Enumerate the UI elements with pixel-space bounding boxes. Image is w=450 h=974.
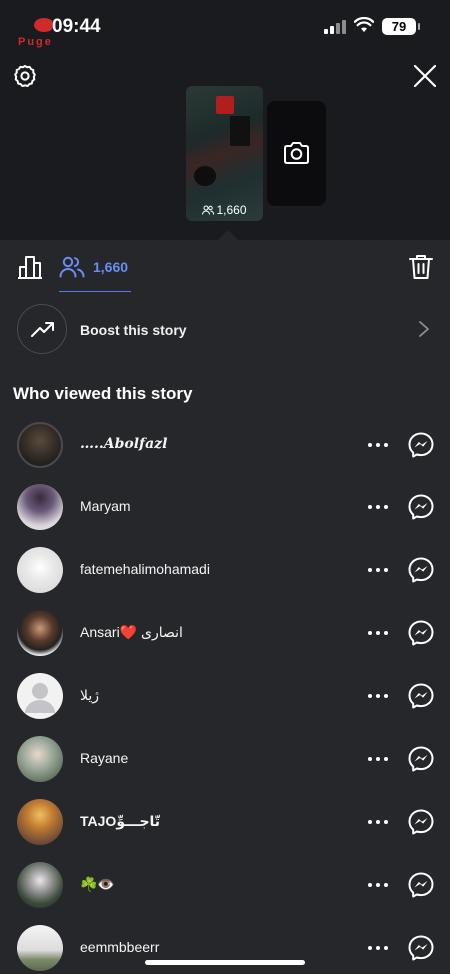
camera-icon: [284, 142, 309, 164]
avatar[interactable]: [17, 422, 63, 468]
home-indicator[interactable]: [145, 960, 305, 965]
avatar[interactable]: [17, 736, 63, 782]
wifi-icon: [354, 17, 374, 32]
viewer-username[interactable]: TAJOتّاجـــوِّ: [80, 813, 160, 830]
bar-chart-icon[interactable]: [17, 255, 43, 279]
viewer-row[interactable]: TAJOتّاجـــوِّ: [0, 791, 450, 853]
messenger-icon[interactable]: [407, 493, 435, 521]
more-options-icon[interactable]: [368, 757, 388, 761]
default-avatar-icon: [25, 683, 55, 713]
people-icon: [59, 256, 85, 278]
cellular-signal-icon: [324, 20, 346, 34]
messenger-icon[interactable]: [407, 871, 435, 899]
more-options-icon[interactable]: [368, 631, 388, 635]
story-view-count-text: 1,660: [216, 203, 247, 217]
avatar[interactable]: [17, 547, 63, 593]
avatar[interactable]: [17, 673, 63, 719]
logo-mark: [34, 18, 54, 32]
more-options-icon[interactable]: [368, 883, 388, 887]
selected-story-pointer: [218, 230, 238, 240]
viewer-username[interactable]: ☘️👁️: [80, 876, 115, 893]
viewer-username[interactable]: fatemehalimohamadi: [80, 561, 210, 577]
viewer-username[interactable]: ژیلا: [80, 687, 99, 704]
story-view-count: 1,660: [186, 203, 263, 217]
add-story-card[interactable]: [267, 101, 326, 206]
messenger-icon[interactable]: [407, 808, 435, 836]
avatar[interactable]: [17, 925, 63, 971]
status-bar: Puge 09:44 79: [0, 0, 450, 52]
viewer-row[interactable]: eemmbbeerr: [0, 917, 450, 974]
viewers-section-title: Who viewed this story: [13, 384, 193, 403]
thumbnail-detail: [230, 116, 250, 146]
more-options-icon[interactable]: [368, 694, 388, 698]
viewer-username[interactable]: Maryam: [80, 498, 131, 514]
viewer-row[interactable]: fatemehalimohamadi: [0, 539, 450, 601]
viewer-row[interactable]: Maryam: [0, 476, 450, 538]
battery-indicator: 79: [382, 18, 420, 35]
avatar[interactable]: [17, 862, 63, 908]
chevron-right-icon: [419, 321, 429, 337]
boost-story-row[interactable]: Boost this story: [0, 300, 450, 360]
gear-icon[interactable]: [13, 64, 37, 88]
messenger-icon[interactable]: [407, 682, 435, 710]
more-options-icon[interactable]: [368, 505, 388, 509]
viewer-row[interactable]: Ansari❤️ انصاری: [0, 602, 450, 664]
tab-viewers[interactable]: 1,660: [59, 252, 131, 292]
avatar[interactable]: [17, 484, 63, 530]
people-icon: [202, 205, 215, 215]
messenger-icon[interactable]: [407, 431, 435, 459]
viewer-username[interactable]: eemmbbeerr: [80, 939, 159, 955]
boost-label: Boost this story: [80, 322, 187, 338]
viewer-username[interactable]: …..𝑨𝒃𝒐𝒍𝒇𝒂𝒛𝒍: [80, 436, 167, 452]
messenger-icon[interactable]: [407, 934, 435, 962]
thumbnail-detail: [216, 96, 234, 114]
avatar[interactable]: [17, 799, 63, 845]
viewer-username[interactable]: Rayane: [80, 750, 128, 766]
thumbnail-detail: [194, 166, 216, 186]
story-preview-header: Puge 09:44 79 1,660: [0, 0, 450, 240]
messenger-icon[interactable]: [407, 745, 435, 773]
viewer-username[interactable]: Ansari❤️ انصاری: [80, 624, 183, 641]
boost-icon-circle: [17, 304, 67, 354]
viewer-row[interactable]: …..𝑨𝒃𝒐𝒍𝒇𝒂𝒛𝒍: [0, 414, 450, 476]
more-options-icon[interactable]: [368, 946, 388, 950]
trending-up-icon: [31, 322, 54, 337]
close-icon[interactable]: [412, 63, 438, 89]
story-thumbnail[interactable]: 1,660: [186, 86, 263, 221]
story-tabs: 1,660: [0, 240, 450, 294]
viewers-count: 1,660: [93, 259, 129, 275]
trash-icon[interactable]: [409, 254, 433, 280]
status-time: 09:44: [52, 16, 101, 37]
more-options-icon[interactable]: [368, 443, 388, 447]
avatar[interactable]: [17, 610, 63, 656]
viewer-row[interactable]: ژیلا: [0, 665, 450, 727]
messenger-icon[interactable]: [407, 556, 435, 584]
messenger-icon[interactable]: [407, 619, 435, 647]
more-options-icon[interactable]: [368, 568, 388, 572]
viewer-row[interactable]: Rayane: [0, 728, 450, 790]
logo-text: Puge: [18, 36, 53, 48]
viewer-row[interactable]: ☘️👁️: [0, 854, 450, 916]
more-options-icon[interactable]: [368, 820, 388, 824]
